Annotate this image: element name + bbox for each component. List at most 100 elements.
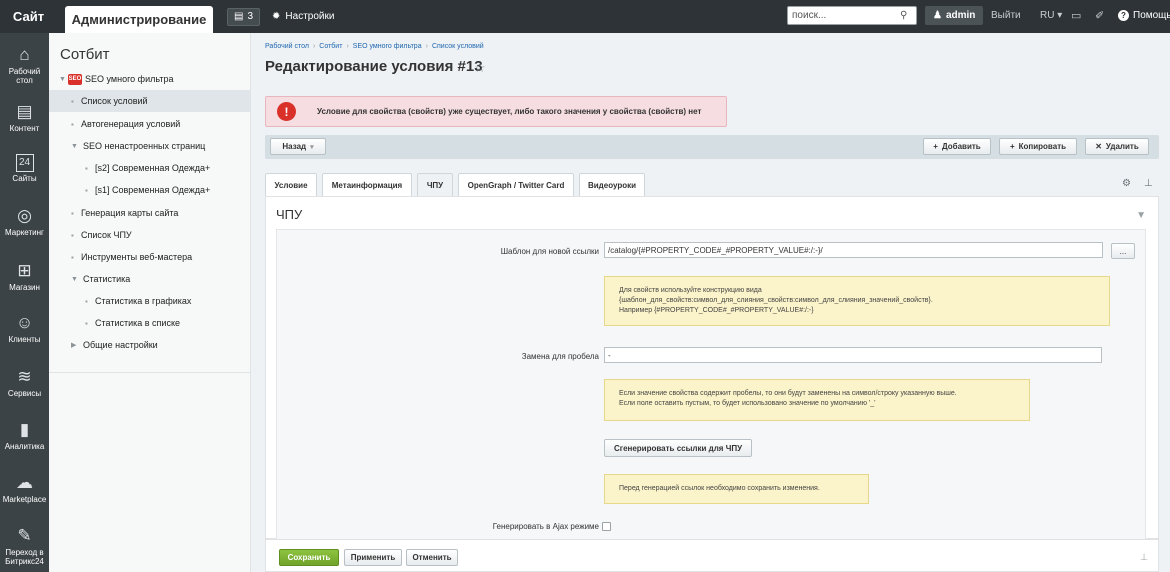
menu-item-label: Инструменты веб-мастера — [81, 252, 193, 262]
menu-item-stats-charts[interactable]: ▪ Статистика в графиках — [49, 290, 250, 312]
user-button[interactable]: ♟ admin — [925, 6, 984, 25]
home-icon: ⌂ — [19, 45, 30, 64]
notifications-button[interactable]: ▤ 3 — [227, 7, 261, 26]
language-select[interactable]: RU ▾ — [1040, 10, 1062, 21]
settings-link[interactable]: ✹ Настройки — [272, 11, 334, 22]
rail-label: Marketplace — [2, 495, 47, 504]
back-button[interactable]: Назад ▾ — [270, 138, 326, 155]
breadcrumb-item[interactable]: SEO умного фильтра — [353, 43, 422, 50]
pin-icon[interactable]: ⊥ — [1144, 178, 1153, 189]
bullet-icon: ▪ — [85, 185, 88, 195]
analytics-icon: ▮ — [19, 420, 30, 439]
add-button[interactable]: + Добавить — [923, 138, 991, 155]
space-input[interactable]: - — [604, 347, 1102, 363]
menu-item-label: Список ЧПУ — [81, 230, 132, 240]
back-label: Назад — [282, 142, 307, 151]
tab-condition[interactable]: Условие — [265, 173, 317, 196]
rail-item-services[interactable]: ≋ Сервисы — [0, 367, 49, 398]
space-label: Замена для пробела — [521, 352, 599, 361]
page-title: Редактирование условия #13 — [265, 58, 483, 75]
copy-label: Копировать — [1018, 142, 1067, 151]
tab-site[interactable]: Сайт — [0, 0, 57, 33]
bullet-icon: ▪ — [71, 230, 74, 240]
breadcrumb-item[interactable]: Сотбит — [319, 43, 342, 50]
menu-item-label: SEO ненастроенных страниц — [83, 141, 206, 151]
tab-chpu[interactable]: ЧПУ — [417, 173, 453, 197]
menu-item-label: Автогенерация условий — [81, 119, 181, 129]
menu-item-webmaster[interactable]: ▪ Инструменты веб-мастера — [49, 246, 250, 268]
tab-admin[interactable]: Администрирование — [65, 6, 213, 33]
expanded-arrow-icon: ▼ — [71, 142, 78, 150]
tab-metainfo[interactable]: Метаинформация — [322, 173, 412, 196]
menu-item-stats-list[interactable]: ▪ Статистика в списке — [49, 312, 250, 334]
menu-item-statistics[interactable]: ▼ Статистика — [49, 268, 250, 290]
rail-item-content[interactable]: ▤ Контент — [0, 102, 49, 133]
pin-icon[interactable]: ✐ — [1095, 9, 1104, 22]
bitrix24-icon: ✎ — [17, 526, 32, 545]
rail-label: Рабочий стол — [8, 67, 41, 85]
help-link[interactable]: ? Помощь — [1118, 10, 1170, 21]
notifications-count: 3 — [247, 11, 254, 22]
rail-item-sites[interactable]: 24 Сайты — [0, 154, 49, 183]
ajax-label: Генерировать в Ajax режиме — [492, 522, 599, 531]
menu-item-label: SEO умного фильтра — [85, 74, 174, 84]
tab-videos[interactable]: Видеоуроки — [579, 173, 645, 196]
help-label: Помощь — [1133, 10, 1170, 21]
breadcrumb-item[interactable]: Список условий — [432, 43, 484, 50]
tab-opengraph[interactable]: OpenGraph / Twitter Card — [458, 173, 574, 196]
gear-icon: ✹ — [272, 11, 281, 22]
menu-item-seo-filter[interactable]: ▼ SEO SEO умного фильтра — [49, 68, 250, 90]
rail-item-analytics[interactable]: ▮ Аналитика — [0, 420, 49, 451]
language-label: RU — [1040, 10, 1055, 21]
menu-item-conditions-list[interactable]: ▪ Список условий — [49, 90, 250, 112]
rail-item-shop[interactable]: ⊞ Магазин — [0, 261, 49, 292]
window-icon[interactable]: ▭ — [1071, 9, 1081, 22]
delete-button[interactable]: ✕ Удалить — [1085, 138, 1149, 155]
section-title: ЧПУ — [276, 207, 303, 222]
space-hint: Если значение свойства содержит пробелы,… — [604, 379, 1030, 421]
template-input[interactable]: /catalog/{#PROPERTY_CODE#_#PROPERTY_VALU… — [604, 242, 1103, 258]
generate-links-button[interactable]: Сгенерировать ссылки для ЧПУ — [604, 439, 752, 457]
settings-gear-icon[interactable]: ⚙ — [1122, 178, 1131, 189]
rail-item-marketplace[interactable]: ☁ Marketplace — [0, 473, 49, 504]
collapse-chevron-icon[interactable]: ▼ — [1136, 210, 1146, 221]
logout-link[interactable]: Выйти — [991, 10, 1021, 21]
copy-button[interactable]: + Копировать — [999, 138, 1077, 155]
hint-line: {шаблон_для_свойств:символ_для_слияния_с… — [619, 297, 933, 304]
rail-item-clients[interactable]: ☺ Клиенты — [0, 313, 49, 344]
hint-line: Если поле оставить пустым, то будет испо… — [619, 400, 876, 407]
pin-icon[interactable]: ⊥ — [1140, 552, 1148, 563]
template-picker-button[interactable]: ... — [1111, 243, 1135, 259]
menu-item-autogen[interactable]: ▪ Автогенерация условий — [49, 113, 250, 135]
rail-label: Переход в Битрикс24 — [5, 548, 44, 566]
breadcrumb: Рабочий стол › Сотбит › SEO умного фильтра… — [265, 43, 484, 50]
rail-item-desktop[interactable]: ⌂ Рабочий стол — [0, 45, 49, 85]
search-icon[interactable]: ⚲ — [900, 10, 916, 21]
menu-item-s2[interactable]: ▪ [s2] Современная Одежда+ — [49, 157, 250, 179]
cancel-button[interactable]: Отменить — [406, 549, 458, 566]
ajax-checkbox[interactable] — [602, 522, 611, 531]
rail-label: Клиенты — [8, 335, 41, 344]
apply-button[interactable]: Применить — [344, 549, 402, 566]
settings-label: Настройки — [285, 11, 335, 22]
shop-icon: ⊞ — [17, 261, 32, 280]
menu-item-chpu-list[interactable]: ▪ Список ЧПУ — [49, 224, 250, 246]
menu-item-label: Статистика в графиках — [95, 296, 192, 306]
menu-item-seo-unconfigured[interactable]: ▼ SEO ненастроенных страниц — [49, 135, 250, 157]
notifications-icon: ▤ — [234, 11, 244, 22]
menu-item-s1[interactable]: ▪ [s1] Современная Одежда+ — [49, 179, 250, 201]
menu-item-label: [s1] Современная Одежда+ — [95, 185, 211, 195]
main-content: Рабочий стол › Сотбит › SEO умного фильтра… — [251, 33, 1170, 572]
bullet-icon: ▪ — [85, 296, 88, 306]
rail-label: Контент — [9, 124, 40, 133]
menu-item-general-settings[interactable]: ▶ Общие настройки — [49, 334, 250, 356]
rail-label: Маркетинг — [5, 228, 44, 237]
breadcrumb-separator: › — [346, 43, 349, 50]
rail-item-marketing[interactable]: ◎ Маркетинг — [0, 206, 49, 237]
menu-item-sitemap[interactable]: ▪ Генерация карты сайта — [49, 202, 250, 224]
favorite-star-icon[interactable]: ☆ — [474, 60, 486, 76]
rail-item-bitrix24[interactable]: ✎ Переход в Битрикс24 — [0, 526, 49, 566]
breadcrumb-item[interactable]: Рабочий стол — [265, 43, 309, 50]
search-input[interactable]: поиск... ⚲ — [787, 6, 917, 25]
save-button[interactable]: Сохранить — [279, 549, 339, 566]
